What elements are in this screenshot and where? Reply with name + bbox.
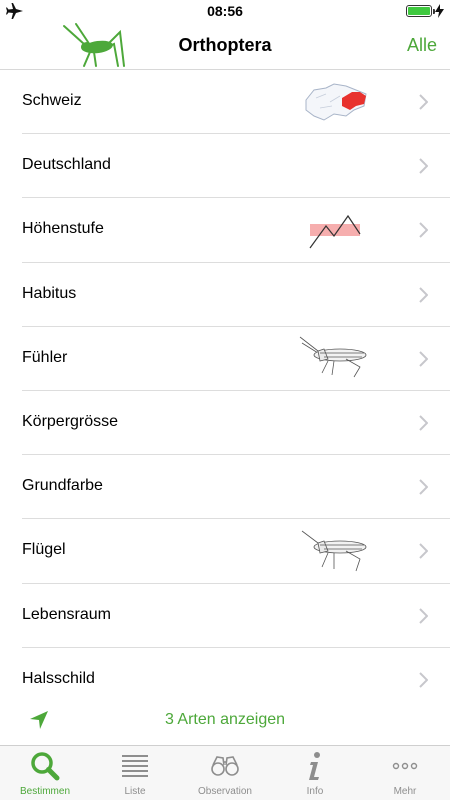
list-item-grundfarbe[interactable]: Grundfarbe — [0, 455, 450, 520]
tab-mehr[interactable]: Mehr — [360, 746, 450, 800]
tab-label: Mehr — [393, 786, 417, 797]
list-item-label: Höhenstufe — [22, 220, 104, 238]
tab-bar: Bestimmen Liste Observation Info Mehr — [0, 745, 450, 800]
switzerland-map-icon — [305, 83, 367, 121]
tab-liste[interactable]: Liste — [90, 746, 180, 800]
list-item-label: Körpergrösse — [22, 412, 119, 430]
filter-list: Schweiz Deutschland Höhenstufe Habitus F… — [0, 70, 450, 712]
show-all-button[interactable]: Alle — [407, 35, 437, 56]
chevron-right-icon — [419, 351, 428, 367]
tab-label: Observation — [198, 786, 252, 797]
list-item-deutschland[interactable]: Deutschland — [0, 134, 450, 199]
action-bar: 3 Arten anzeigen — [0, 703, 450, 745]
status-bar: 08:56 — [0, 0, 450, 22]
tab-label: Info — [306, 786, 324, 797]
list-item-habitus[interactable]: Habitus — [0, 263, 450, 327]
page-title: Orthoptera — [178, 35, 272, 55]
list-item-label: Habitus — [22, 284, 77, 302]
list-item-fluegel[interactable]: Flügel — [0, 519, 450, 584]
list-item-label: Fühler — [22, 348, 68, 366]
chevron-right-icon — [419, 286, 428, 303]
list-icon — [122, 755, 148, 777]
chevron-right-icon — [419, 94, 428, 110]
tab-observation[interactable]: Observation — [180, 746, 270, 800]
chevron-right-icon — [419, 222, 428, 239]
list-item-fuehler[interactable]: Fühler — [0, 327, 450, 392]
chevron-right-icon — [419, 671, 428, 688]
tab-label: Liste — [124, 786, 146, 797]
chevron-right-icon — [419, 415, 428, 431]
status-time: 08:56 — [207, 3, 243, 19]
list-item-label: Deutschland — [22, 156, 111, 174]
chevron-right-icon — [419, 543, 428, 560]
battery-icon — [406, 5, 435, 17]
navigation-bar: Orthoptera Alle — [0, 22, 450, 70]
tab-bestimmen[interactable]: Bestimmen — [0, 746, 90, 800]
list-item-label: Schweiz — [22, 92, 82, 109]
grasshopper-sketch-icon — [299, 336, 367, 377]
list-item-koerpergroesse[interactable]: Körpergrösse — [0, 391, 450, 456]
list-item-hoehenstufe[interactable]: Höhenstufe — [0, 198, 450, 263]
binoculars-icon — [211, 756, 239, 776]
more-icon — [392, 762, 418, 770]
list-item-label: Grundfarbe — [22, 477, 103, 495]
chevron-right-icon — [419, 607, 428, 624]
chevron-right-icon — [419, 479, 428, 495]
grasshopper-sketch-icon — [301, 530, 367, 572]
list-item-label: Lebensraum — [22, 605, 111, 623]
list-item-label: Halsschild — [22, 669, 95, 687]
list-item-schweiz[interactable]: Schweiz — [0, 70, 450, 135]
show-species-button[interactable]: 3 Arten anzeigen — [0, 711, 450, 729]
search-icon — [31, 752, 60, 781]
info-icon — [309, 752, 320, 780]
tab-info[interactable]: Info — [270, 746, 360, 800]
charging-icon — [435, 4, 444, 18]
chevron-right-icon — [419, 158, 428, 174]
elevation-icon — [309, 215, 361, 249]
list-item-label: Flügel — [22, 541, 66, 559]
list-item-lebensraum[interactable]: Lebensraum — [0, 584, 450, 648]
tab-label: Bestimmen — [19, 786, 70, 797]
